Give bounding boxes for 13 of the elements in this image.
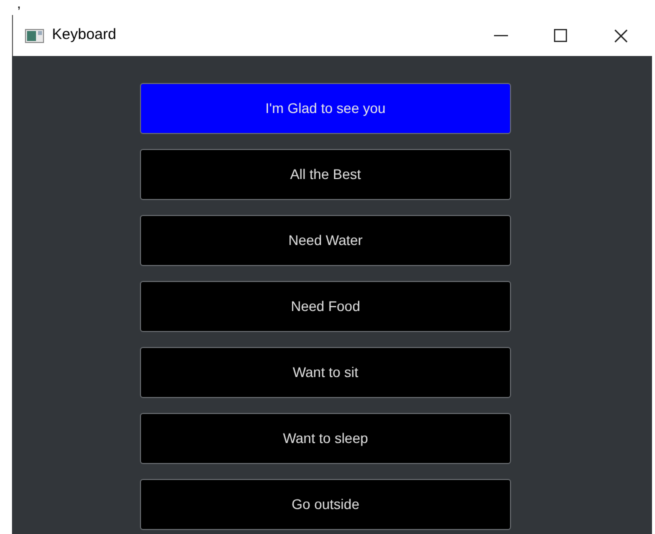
window-title: Keyboard	[52, 25, 116, 46]
phrase-button[interactable]: Need Water	[140, 215, 511, 266]
phrase-button[interactable]: Want to sleep	[140, 413, 511, 464]
window-app-icon	[25, 28, 44, 42]
stray-comma: ,	[17, 0, 21, 10]
phrase-button[interactable]: All the Best	[140, 149, 511, 200]
close-icon[interactable]	[614, 28, 628, 42]
phrase-button[interactable]: Need Food	[140, 281, 511, 332]
phrase-button[interactable]: Go outside	[140, 479, 511, 530]
maximize-icon[interactable]	[554, 29, 567, 42]
minimize-icon[interactable]	[494, 34, 508, 36]
phrase-button[interactable]: I'm Glad to see you	[140, 83, 511, 134]
phrase-button[interactable]: Want to sit	[140, 347, 511, 398]
